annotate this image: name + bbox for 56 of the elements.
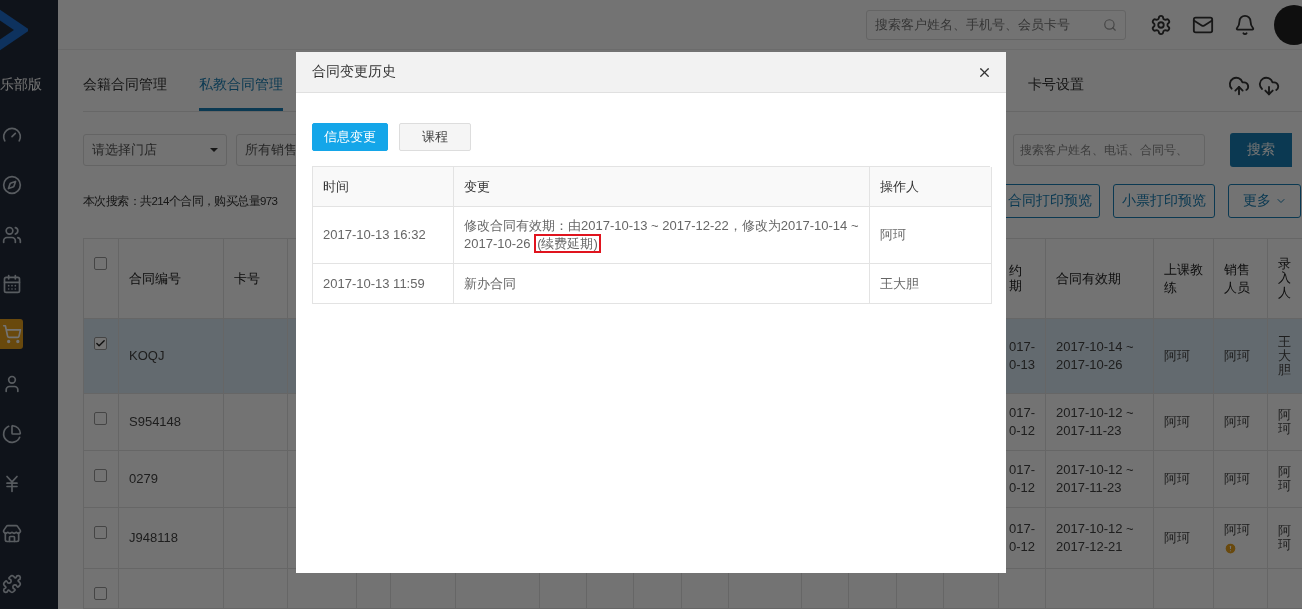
avatar[interactable] xyxy=(1274,4,1302,45)
checkbox[interactable] xyxy=(94,337,107,350)
dialog-title: 合同变更历史 xyxy=(312,63,396,81)
checkbox[interactable] xyxy=(94,587,107,600)
column-header: 卡号 xyxy=(224,239,288,319)
column-header: 上课教练 xyxy=(1154,239,1214,319)
tab[interactable]: 卡号设置 xyxy=(1028,76,1084,111)
search-icon[interactable] xyxy=(1103,17,1117,32)
store-select[interactable]: 请选择门店 xyxy=(83,134,227,166)
column-header: 销售人员 xyxy=(1214,239,1268,319)
table-cell: 2017-10-12 ~ 2017-11-23 xyxy=(1046,451,1154,508)
table-cell: 新办合同 xyxy=(454,264,870,304)
table-cell: S954148 xyxy=(119,394,224,451)
table-cell: 2017-10-12 ~ 2017-12-21 xyxy=(1046,508,1154,569)
column-header: 合同编号 xyxy=(119,239,224,319)
table-cell: 阿珂 xyxy=(1154,319,1214,394)
cell-text: 阿珂 xyxy=(1224,470,1250,488)
table-cell: 阿珂 xyxy=(1154,394,1214,451)
checkbox[interactable] xyxy=(94,469,107,482)
cell-text: 阿珂 xyxy=(1224,347,1250,365)
column-header: 变更 xyxy=(454,167,870,207)
cell-text: 阿珂 xyxy=(1224,413,1250,431)
tab[interactable]: 信息变更 xyxy=(312,123,388,151)
table-cell: 王大胆 xyxy=(870,264,992,304)
cloud-upload-icon[interactable] xyxy=(1228,75,1250,97)
checkbox[interactable] xyxy=(94,257,107,270)
table-cell: 0279 xyxy=(119,451,224,508)
tab[interactable]: 私教合同管理 xyxy=(199,76,283,111)
checkbox[interactable] xyxy=(94,412,107,425)
table-cell: 2017-10-13 11:59 xyxy=(313,264,454,304)
table-cell: 2017-10-13 16:32 xyxy=(313,207,454,264)
table-cell: 2017-10-12 ~ 2017-11-23 xyxy=(1046,394,1154,451)
column-header: 操作人 xyxy=(870,167,992,207)
table-cell: 修改合同有效期：由2017-10-13 ~ 2017-12-22，修改为2017-10-14 ~ 2017-10-26 (续费延期) xyxy=(454,207,870,264)
cloud-download-icon[interactable] xyxy=(1258,75,1280,97)
brand-name: 乐部版 xyxy=(0,74,42,94)
table-cell: 阿珂 xyxy=(1154,508,1214,569)
bell-icon[interactable] xyxy=(1234,13,1256,36)
column-header: 时间 xyxy=(313,167,454,207)
search-button[interactable]: 搜索 xyxy=(1230,133,1292,167)
settings-icon[interactable] xyxy=(1150,13,1172,36)
table-cell: KOQJ xyxy=(119,319,224,394)
search-summary: 本次搜索：共214个合同，购买总量973 xyxy=(83,193,279,209)
print-preview-button[interactable]: 小票打印预览 xyxy=(1113,184,1215,218)
table-cell: 2017-10-14 ~ 2017-10-26 xyxy=(1046,319,1154,394)
tab[interactable]: 会籍合同管理 xyxy=(83,76,167,111)
table-cell: 阿珂 xyxy=(870,207,992,264)
table-cell: 阿珂 xyxy=(1154,451,1214,508)
table-cell: J948118 xyxy=(119,508,224,569)
sidebar-item[interactable] xyxy=(0,319,23,350)
checkbox[interactable] xyxy=(94,526,107,539)
column-header: 合同有效期 xyxy=(1046,239,1154,319)
tab[interactable]: 课程 xyxy=(399,123,471,151)
table-cell: 王大胆 xyxy=(1268,319,1302,394)
more-button[interactable]: 更多 xyxy=(1228,184,1301,218)
cell-text: 阿珂 xyxy=(1224,521,1250,539)
